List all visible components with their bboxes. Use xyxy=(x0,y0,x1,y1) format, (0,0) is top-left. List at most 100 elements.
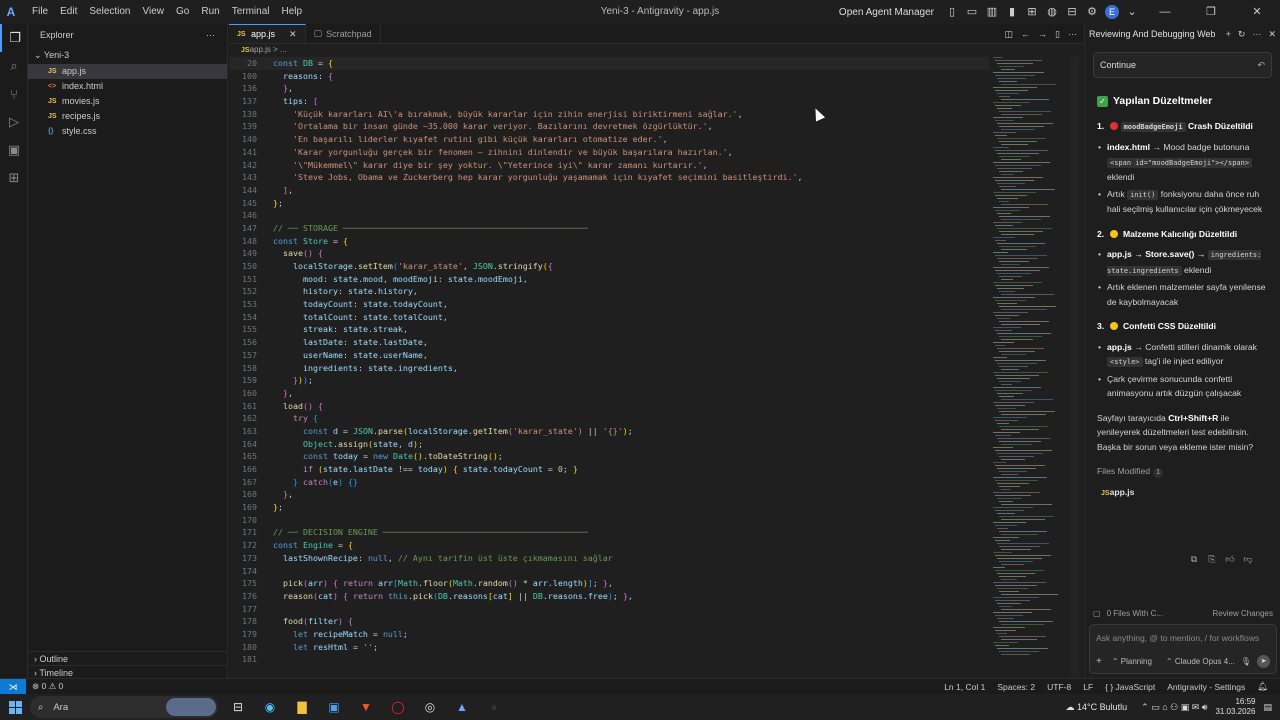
code-line[interactable]: 177 xyxy=(229,603,989,616)
thumbs-up-icon[interactable]: 👍︎ xyxy=(1221,554,1239,565)
restore-button[interactable]: ❐ xyxy=(1188,0,1234,24)
code-line[interactable]: 168 }, xyxy=(229,488,989,501)
code-line[interactable]: 152 history: state.history, xyxy=(229,285,989,298)
app-icon[interactable]: ◎ xyxy=(414,694,446,720)
code-line[interactable]: 153 todayCount: state.todayCount, xyxy=(229,298,989,311)
code-line[interactable]: 172 const Engine = { xyxy=(229,539,989,552)
copilot-icon[interactable]: ◉ xyxy=(254,694,286,720)
more-actions-icon[interactable]: ··· xyxy=(206,30,215,40)
code-line[interactable]: 154 totalCount: state.totalCount, xyxy=(229,311,989,324)
modified-file-app-js[interactable]: JSapp.js xyxy=(1097,485,1273,502)
code-line[interactable]: 155 streak: state.streak, xyxy=(229,323,989,336)
more-actions-icon[interactable]: ··· xyxy=(1252,29,1261,40)
code-line[interactable]: 148 const Store = { xyxy=(229,235,989,248)
code-line[interactable]: 100 reasons: { xyxy=(229,69,989,83)
indentation[interactable]: Spaces: 2 xyxy=(997,682,1035,692)
timeline-section[interactable]: › Timeline xyxy=(28,665,228,679)
file-explorer-icon[interactable]: ▇ xyxy=(286,694,318,720)
code-line[interactable]: 158 ingredients: state.ingredients, xyxy=(229,362,989,375)
code-line[interactable]: 159 })); xyxy=(229,374,989,387)
remote-indicator-icon[interactable]: ⋊ xyxy=(0,678,26,695)
code-line[interactable]: 143 'Steve Jobs, Obama ve Zuckerberg hep… xyxy=(229,171,989,184)
source-control-icon[interactable]: ⑂ xyxy=(0,80,28,108)
code-line[interactable]: 156 lastDate: state.lastDate, xyxy=(229,336,989,349)
code-line[interactable]: 166 if (state.lastDate !== today) { stat… xyxy=(229,463,989,476)
code-line[interactable]: 161 load() { xyxy=(229,400,989,413)
antigravity-app-icon[interactable]: ▲ xyxy=(446,694,478,720)
taskbar-search[interactable]: ⌕ Ara xyxy=(30,696,218,718)
code-line[interactable]: 174 xyxy=(229,565,989,578)
history-icon[interactable]: ↻ xyxy=(1238,29,1246,40)
outline-section[interactable]: › Outline xyxy=(28,651,228,665)
code-line[interactable]: 162 try { xyxy=(229,412,989,425)
export-icon[interactable]: ⎘ xyxy=(1203,554,1221,565)
code-line[interactable]: 151 mood: state.mood, moodEmoji: state.m… xyxy=(229,273,989,286)
cursor-position[interactable]: Ln 1, Col 1 xyxy=(944,682,985,692)
code-line[interactable]: 169}; xyxy=(229,501,989,514)
settings-status[interactable]: Antigravity - Settings xyxy=(1167,682,1245,692)
store-icon[interactable]: ▣ xyxy=(318,694,350,720)
weather-widget[interactable]: ☁︎ 14°C Bulutlu xyxy=(1066,702,1128,713)
chat-input-box[interactable]: Ask anything, @ to mention, / for workfl… xyxy=(1089,624,1277,674)
notification-center-icon[interactable]: ▤ xyxy=(1263,702,1272,713)
code-line[interactable]: 175 pick(arr) { return arr[Math.floor(Ma… xyxy=(229,577,989,590)
split-editor-icon[interactable]: ◫ xyxy=(1005,29,1014,40)
more-actions-icon[interactable]: ··· xyxy=(1068,29,1077,39)
account-avatar[interactable]: E xyxy=(1105,5,1119,19)
blank-app-icon[interactable]: ● xyxy=(478,694,510,720)
file-item[interactable]: JS recipes.js xyxy=(28,109,227,124)
code-line[interactable]: 145}; xyxy=(229,197,989,210)
file-item[interactable]: JS app.js xyxy=(28,64,227,79)
tab-scratchpad[interactable]: ▢ Scratchpad xyxy=(306,24,381,43)
folder-yeni-3[interactable]: ⌄ Yeni-3 xyxy=(28,46,227,64)
open-agent-manager-button[interactable]: Open Agent Manager xyxy=(839,7,934,18)
code-line[interactable]: 149 save() { xyxy=(229,247,989,260)
back-arrow-icon[interactable]: ← xyxy=(1021,29,1030,39)
review-changes-button[interactable]: Review Changes xyxy=(1213,609,1273,618)
add-context-icon[interactable]: + xyxy=(1096,656,1102,667)
menu-item-edit[interactable]: Edit xyxy=(54,0,83,24)
editor-scrollbar[interactable] xyxy=(1071,57,1079,678)
code-line[interactable]: 164 Object.assign(state, d); xyxy=(229,438,989,451)
search-icon[interactable]: ⌕ xyxy=(0,52,28,80)
code-line[interactable]: 140 'En başarılı liderler kıyafet rutini… xyxy=(229,133,989,146)
customize-layout-icon[interactable]: ⊞ xyxy=(1025,5,1039,19)
code-line[interactable]: 136 }, xyxy=(229,82,989,95)
code-line[interactable]: 173 lastShownRecipe: null, // Aynı tarif… xyxy=(229,552,989,565)
undo-icon[interactable]: ↶ xyxy=(1257,60,1265,71)
code-line[interactable]: 141 'Karar yorgunluğu gerçek bir fenomen… xyxy=(229,146,989,159)
code-line[interactable]: 137 tips: [ xyxy=(229,95,989,108)
code-line[interactable]: 180 let resHtml = ''; xyxy=(229,641,989,654)
files-with-changes[interactable]: 0 Files With C... xyxy=(1107,609,1163,618)
menu-item-run[interactable]: Run xyxy=(195,0,225,24)
explorer-icon[interactable]: ❐ xyxy=(0,24,28,52)
opera-browser-icon[interactable]: ◯ xyxy=(382,694,414,720)
close-tab-icon[interactable]: ✕ xyxy=(289,29,297,40)
code-line[interactable]: 147 // ── STORAGE ───────────────────────… xyxy=(229,222,989,235)
menu-item-go[interactable]: Go xyxy=(170,0,195,24)
close-panel-icon[interactable]: ✕ xyxy=(1268,29,1276,40)
menu-item-help[interactable]: Help xyxy=(276,0,309,24)
globe-icon[interactable]: ◍ xyxy=(1045,5,1059,19)
menu-item-selection[interactable]: Selection xyxy=(83,0,136,24)
code-line[interactable]: 160 }, xyxy=(229,387,989,400)
run-debug-icon[interactable]: ▷ xyxy=(0,108,28,136)
code-line[interactable]: 163 const d = JSON.parse(localStorage.ge… xyxy=(229,425,989,438)
send-icon[interactable]: ➤ xyxy=(1257,655,1270,668)
code-editor[interactable]: 20 const DB = {100 reasons: {136 }, 137 ti… xyxy=(229,57,989,678)
brave-browser-icon[interactable]: ▼ xyxy=(350,694,382,720)
clock[interactable]: 16:59 31.03.2026 xyxy=(1215,697,1255,717)
forward-arrow-icon[interactable]: → xyxy=(1038,29,1047,39)
code-line[interactable]: 146 xyxy=(229,209,989,222)
code-line[interactable]: 138 'Küçük kararları AI\'a bırakmak, büy… xyxy=(229,108,989,121)
menu-item-view[interactable]: View xyxy=(137,0,171,24)
copy-icon[interactable]: ⧉ xyxy=(1185,554,1203,565)
thumbs-down-icon[interactable]: 👎︎ xyxy=(1239,554,1257,565)
encoding[interactable]: UTF-8 xyxy=(1047,682,1071,692)
start-button[interactable] xyxy=(0,694,30,720)
code-line[interactable]: 165 const today = new Date().toDateStrin… xyxy=(229,450,989,463)
file-item[interactable]: {} style.css xyxy=(28,124,227,139)
layout-icon[interactable]: ▥ xyxy=(985,5,999,19)
code-line[interactable]: 181 xyxy=(229,653,989,666)
task-view-icon[interactable]: ⊟ xyxy=(222,694,254,720)
